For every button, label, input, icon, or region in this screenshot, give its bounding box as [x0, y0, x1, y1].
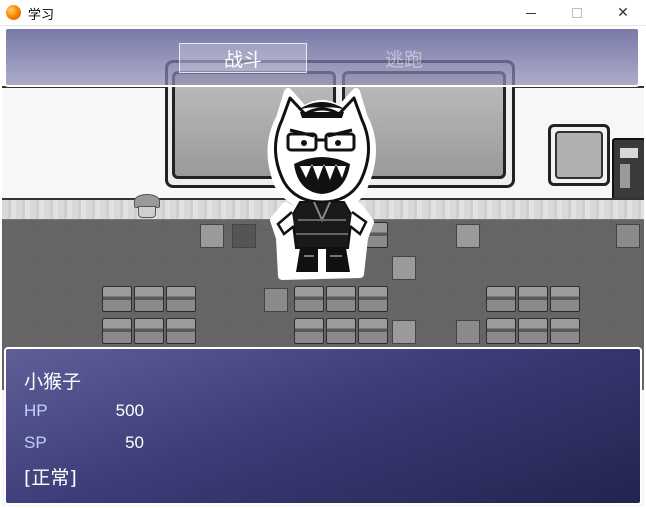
maximize-button[interactable]	[554, 0, 600, 26]
sp-value: 50	[125, 433, 144, 452]
floor-object	[616, 224, 640, 248]
desk	[550, 286, 580, 312]
minimize-icon	[526, 12, 536, 14]
hp-label: HP	[24, 401, 48, 420]
desk	[518, 318, 548, 344]
desk	[294, 318, 324, 344]
close-button[interactable]: ✕	[600, 0, 646, 26]
desk	[518, 286, 548, 312]
fight-command[interactable]: 战斗	[179, 43, 307, 73]
desk	[358, 286, 388, 312]
floor-object	[456, 320, 480, 344]
party-status-window: 小猴子 HP 500 SP 50 [正常]	[4, 347, 642, 505]
desk	[358, 318, 388, 344]
window-title: 学习	[28, 8, 55, 23]
desk	[102, 318, 132, 344]
desk	[166, 318, 196, 344]
potted-plant-icon	[134, 194, 160, 218]
desk	[326, 286, 356, 312]
desk	[134, 318, 164, 344]
cat-monster-sprite[interactable]	[260, 88, 384, 284]
battle-command-window: 战斗 逃跑	[4, 27, 640, 87]
desk	[326, 318, 356, 344]
actor-name: 小猴子	[24, 371, 82, 393]
status-condition: [正常]	[24, 467, 77, 489]
desk	[294, 286, 324, 312]
desk	[134, 286, 164, 312]
floor-object	[392, 256, 416, 280]
maximize-icon	[572, 8, 582, 18]
floor-object	[456, 224, 480, 248]
floor-object	[392, 320, 416, 344]
floor-object	[232, 224, 256, 248]
desk	[550, 318, 580, 344]
minimize-button[interactable]	[508, 0, 554, 26]
floor-object	[200, 224, 224, 248]
desk	[486, 286, 516, 312]
sp-label: SP	[24, 433, 47, 452]
desk	[486, 318, 516, 344]
close-icon: ✕	[617, 5, 629, 21]
floor-object	[264, 288, 288, 312]
desk	[166, 286, 196, 312]
desk	[102, 286, 132, 312]
title-bar: 学习 ✕	[0, 0, 646, 26]
hp-value: 500	[115, 401, 144, 420]
escape-command[interactable]: 逃跑	[340, 43, 468, 73]
wall-window	[548, 124, 610, 186]
app-orb-icon	[6, 5, 21, 20]
